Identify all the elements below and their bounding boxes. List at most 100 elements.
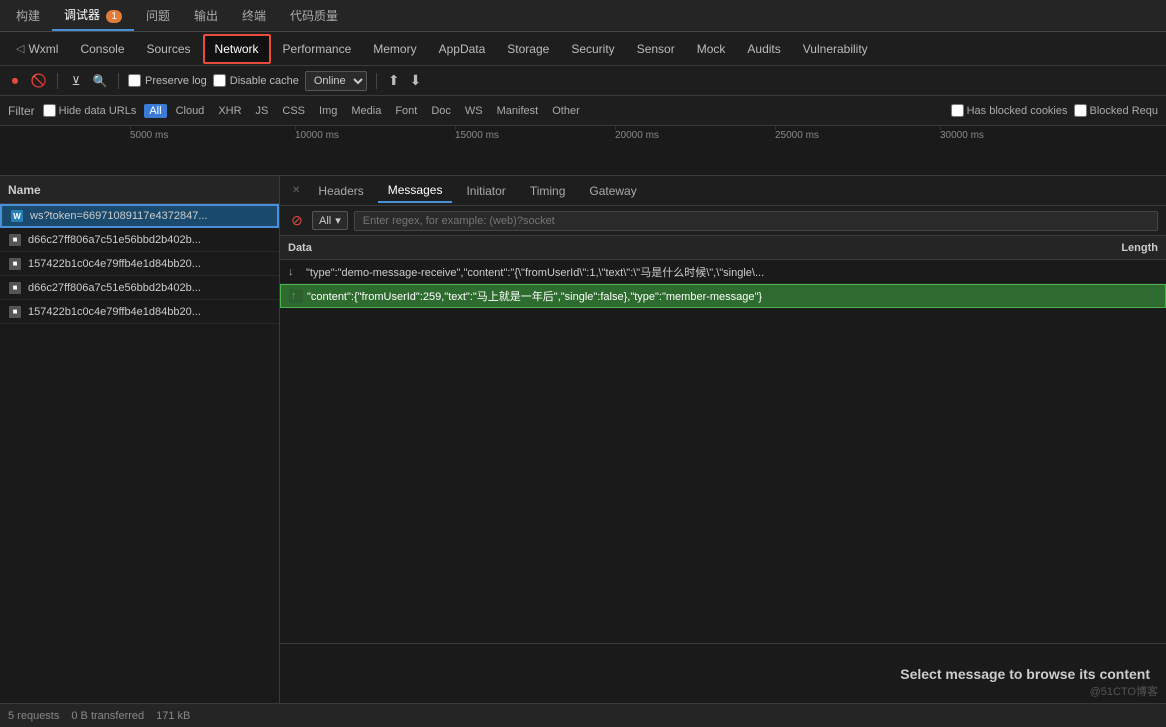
subtab-gateway[interactable]: Gateway [579,180,646,202]
select-message-area: Select message to browse its content [280,643,1166,703]
search-icon[interactable]: 🔍 [91,72,109,90]
tab-terminal[interactable]: 终端 [230,1,278,30]
timeline-area: 5000 ms 10000 ms 15000 ms 20000 ms 25000… [0,126,1166,176]
message-data-1: "type":"demo-message-receive","content":… [306,264,1078,280]
tab-audits[interactable]: Audits [737,36,790,62]
status-bar: 5 requests 0 B transferred 171 kB [0,703,1166,727]
toolbar-separator-1 [57,73,58,89]
top-tab-bar: 构建 调试器 1 问题 输出 终端 代码质量 [0,0,1166,32]
filter-ws-button[interactable]: WS [460,104,488,118]
req-icon-2: ■ [8,257,22,271]
tab-vulnerability[interactable]: Vulnerability [793,36,878,62]
tab-issues[interactable]: 问题 [134,1,182,30]
messages-table-header: Data Length [280,236,1166,260]
data-column-header: Data [288,242,1078,254]
request-item-ws1[interactable]: W ws?token=66971089117e4372847... [0,204,279,228]
network-toolbar: ⏺ 🚫 ⊻ 🔍 Preserve log Disable cache Onlin… [0,66,1166,96]
ws-icon: W [10,209,24,223]
tab-memory[interactable]: Memory [363,36,426,62]
tab-build[interactable]: 构建 [4,1,52,30]
tab-storage[interactable]: Storage [497,36,559,62]
filter-label: Filter [8,104,35,118]
tab-performance[interactable]: Performance [273,36,362,62]
request-item-req3[interactable]: ■ d66c27ff806a7c51e56bbd2b402b... [0,276,279,300]
subtab-initiator[interactable]: Initiator [456,180,515,202]
name-column-header: Name [8,183,271,197]
tab-wxml[interactable]: ◁ Wxml [6,36,68,62]
tab-console[interactable]: Console [70,36,134,62]
tab-appdata[interactable]: AppData [429,36,496,62]
select-message-text: Select message to browse its content [900,666,1150,682]
messages-table: Data Length ↓ "type":"demo-message-recei… [280,236,1166,643]
main-content-area: Name W ws?token=66971089117e4372847... ■… [0,176,1166,703]
tab-network[interactable]: Network [203,34,271,64]
blocked-area: Has blocked cookies Blocked Requ [951,104,1158,117]
message-row-2[interactable]: ↑ "content":{"fromUserId":259,"text":"马上… [280,284,1166,308]
upload-icon[interactable]: ⬆ [386,70,402,91]
subtab-headers[interactable]: Headers [308,180,373,202]
subtab-messages[interactable]: Messages [378,179,453,203]
has-blocked-cookies-checkbox[interactable]: Has blocked cookies [951,104,1068,117]
message-row-1[interactable]: ↓ "type":"demo-message-receive","content… [280,260,1166,284]
request-list-header: Name [0,176,279,204]
filter-bar: Filter Hide data URLs All Cloud XHR JS C… [0,96,1166,126]
tab-sources[interactable]: Sources [137,36,201,62]
timeline-mark-3: 15000 ms [455,130,499,141]
timeline-ruler: 5000 ms 10000 ms 15000 ms 20000 ms 25000… [0,126,1166,130]
requests-count: 5 requests [8,710,59,722]
watermark: @51CTO博客 [1090,683,1158,699]
disable-cache-checkbox[interactable]: Disable cache [213,74,299,87]
filter-doc-button[interactable]: Doc [426,104,456,118]
request-name-req2: 157422b1c0c4e79ffb4e1d84bb20... [28,258,271,270]
filter-cloud-button[interactable]: Cloud [171,104,210,118]
transferred-size: 0 B transferred [71,710,144,722]
timeline-mark-2: 10000 ms [295,130,339,141]
request-name-req4: 157422b1c0c4e79ffb4e1d84bb20... [28,306,271,318]
tab-output[interactable]: 输出 [182,1,230,30]
tab-codequality[interactable]: 代码质量 [278,1,350,30]
messages-block-button[interactable]: ⊘ [288,212,306,230]
filter-media-button[interactable]: Media [346,104,386,118]
filter-font-button[interactable]: Font [390,104,422,118]
filter-xhr-button[interactable]: XHR [213,104,246,118]
messages-type-select[interactable]: All ▾ [312,211,348,230]
menu-tab-bar: ◁ Wxml Console Sources Network Performan… [0,32,1166,66]
request-name-ws1: ws?token=66971089117e4372847... [30,210,269,222]
timeline-mark-5: 25000 ms [775,130,819,141]
tab-sensor[interactable]: Sensor [627,36,685,62]
filter-type-buttons: All Cloud XHR JS CSS Img Media Font Doc … [144,104,584,118]
right-detail-panel: ✕ Headers Messages Initiator Timing Gate… [280,176,1166,703]
req-icon-3: ■ [8,281,22,295]
request-item-req1[interactable]: ■ d66c27ff806a7c51e56bbd2b402b... [0,228,279,252]
messages-filter-bar: ⊘ All ▾ [280,206,1166,236]
record-button[interactable]: ⏺ [6,72,24,90]
filter-all-button[interactable]: All [144,104,166,118]
network-throttle-select[interactable]: Online [305,71,367,91]
total-size: 171 kB [156,710,190,722]
preserve-log-checkbox[interactable]: Preserve log [128,74,207,87]
arrow-down-icon: ↓ [288,266,302,278]
message-data-2: "content":{"fromUserId":259,"text":"马上就是… [307,288,1077,304]
download-icon[interactable]: ⬇ [408,70,424,91]
hide-data-urls-checkbox[interactable]: Hide data URLs [43,104,137,117]
toolbar-separator-3 [376,73,377,89]
request-item-req4[interactable]: ■ 157422b1c0c4e79ffb4e1d84bb20... [0,300,279,324]
filter-other-button[interactable]: Other [547,104,585,118]
panel-close-button[interactable]: ✕ [288,185,304,196]
filter-manifest-button[interactable]: Manifest [492,104,544,118]
request-name-req3: d66c27ff806a7c51e56bbd2b402b... [28,282,271,294]
tab-security[interactable]: Security [561,36,624,62]
request-item-req2[interactable]: ■ 157422b1c0c4e79ffb4e1d84bb20... [0,252,279,276]
filter-img-button[interactable]: Img [314,104,342,118]
timeline-mark-6: 30000 ms [940,130,984,141]
messages-search-input[interactable] [354,211,1158,231]
clear-button[interactable]: 🚫 [30,72,48,90]
tab-debugger[interactable]: 调试器 1 [52,0,134,31]
tab-mock[interactable]: Mock [687,36,736,62]
filter-icon[interactable]: ⊻ [67,72,85,90]
subtab-timing[interactable]: Timing [520,180,576,202]
timeline-mark-1: 5000 ms [130,130,168,141]
blocked-requ-checkbox[interactable]: Blocked Requ [1074,104,1159,117]
filter-js-button[interactable]: JS [251,104,274,118]
filter-css-button[interactable]: CSS [277,104,310,118]
